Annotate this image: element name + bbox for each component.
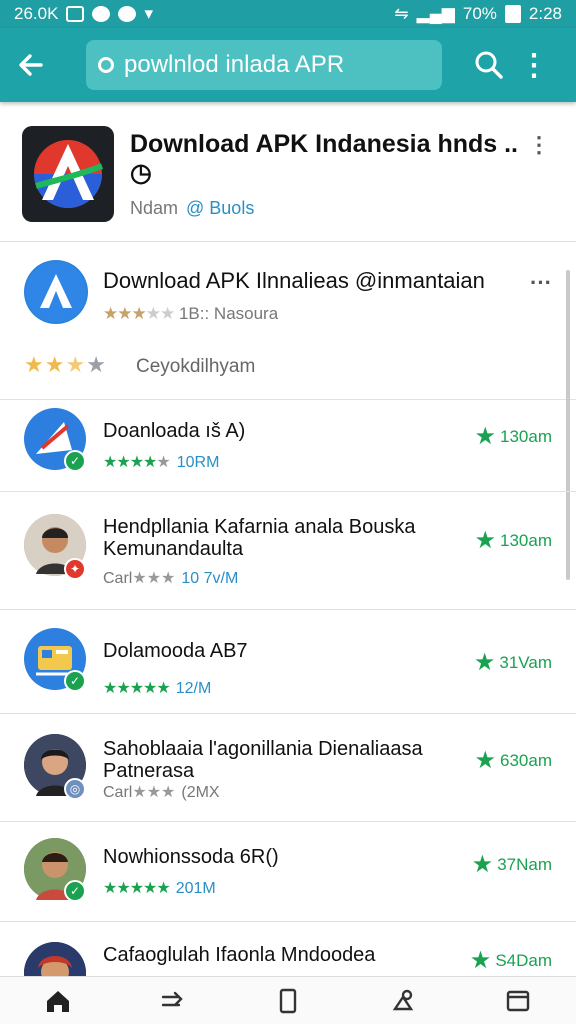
list-item[interactable]: ◎ Sahoblaaia l'agonillania Dienaliaasa P…	[0, 714, 576, 822]
message-icon	[118, 6, 137, 22]
app-meta: ★★★★★ 10RM	[103, 452, 219, 472]
back-arrow-icon[interactable]	[0, 28, 62, 102]
app-rating: ★ 37Nam	[472, 850, 552, 879]
app-meta-prefix: Carl	[103, 784, 133, 801]
more-vert-icon[interactable]: ⋮	[528, 132, 550, 158]
star-empty: ★	[86, 352, 107, 377]
app-size: 201M	[175, 880, 216, 897]
tablet-icon[interactable]	[268, 981, 308, 1021]
more-vert-icon[interactable]: ⋮	[514, 28, 554, 102]
app-meta: Carl★★★ 10 7v/M	[103, 568, 238, 588]
app-rating: ★ S4Dam	[470, 946, 552, 975]
app-list: ✓ Doanloada ıš A) ★★★★★ 10RM ★ 130am ✦ Hen…	[0, 400, 576, 1004]
app-right-value: 130am	[500, 530, 552, 550]
app-publisher: Ndam	[130, 198, 179, 218]
search-icon	[475, 51, 503, 79]
app-right-value: 31Vam	[499, 652, 552, 672]
app-bar: powlnlod inlada APR ⋮	[0, 28, 576, 102]
star-rating-empty: ★★★	[132, 570, 176, 587]
app-meta: ★★★★★ 12/M	[103, 678, 211, 698]
app-right-value: S4Dam	[495, 950, 552, 970]
rating-stars: ★★★★	[24, 352, 107, 378]
search-button[interactable]	[464, 40, 514, 90]
list-item[interactable]: ✓ Dolamooda AB7 ★★★★★ 12/M ★ 31Vam	[0, 610, 576, 714]
star-rating-empty: ★★	[145, 304, 176, 323]
app-size: (2MX	[181, 784, 220, 801]
status-badge: ✓	[64, 450, 86, 472]
status-time-right: 2:28	[528, 4, 562, 23]
battery-percent: 70%	[462, 4, 497, 23]
star-rating: ★★★★	[103, 454, 157, 471]
search-field[interactable]: powlnlod inlada APR	[86, 40, 442, 90]
list-item[interactable]: ✓ Doanloada ıš A) ★★★★★ 10RM ★ 130am	[0, 400, 576, 492]
mute-icon: ⇋	[394, 4, 409, 23]
status-badge: ◎	[64, 778, 86, 800]
notification-icon	[66, 6, 85, 22]
search-icon	[98, 57, 114, 73]
featured-app-meta: ★★★★★ 1B:: Nasoura	[103, 304, 278, 324]
battery-icon	[504, 5, 521, 23]
star-rating-empty: ★	[156, 454, 171, 471]
star-icon: ★	[474, 747, 497, 774]
star-icon: ★	[474, 423, 497, 450]
app-size: 10RM	[176, 454, 220, 471]
featured-meta-text: 1B:: Nasoura	[178, 304, 279, 323]
app-name: Hendpllania Kafarnia anala Bouska Kemuna…	[103, 516, 416, 560]
app-meta: ★★★★★ 201M	[103, 878, 216, 898]
app-subtitle: Ndam @ Buols	[130, 198, 254, 219]
app-logo-icon	[22, 126, 114, 222]
star-icon: ★	[471, 851, 494, 878]
window-icon[interactable]	[498, 981, 538, 1021]
star-icon: ★	[474, 527, 497, 554]
app-name: Dolamooda AB7	[103, 640, 248, 662]
featured-app-card[interactable]: Download APK Ilnnalieas @inmantaian ★★★★…	[0, 242, 576, 400]
star-rating-empty: ★★★	[132, 784, 176, 801]
top-app-card[interactable]: Download APK Indanesia hnds .. ◷ Ndam @ B…	[0, 102, 576, 242]
featured-app-name: Download APK Ilnnalieas @inmantaian	[103, 268, 485, 293]
app-rating: ★ 130am	[475, 526, 553, 555]
app-meta: Carl★★★ (2MX	[103, 782, 220, 802]
status-badge: ✦	[64, 558, 86, 580]
status-bar: 26.0K ▾ ⇋ ▂▄▆ 70% 2:28	[0, 0, 576, 28]
star-icon: ★	[469, 947, 492, 974]
app-name: Cafaoglulah Ifaonla Mndoodea	[103, 944, 376, 966]
star-full: ★★	[24, 352, 66, 377]
status-badge: ✓	[64, 880, 86, 902]
home-icon[interactable]	[38, 981, 78, 1021]
app-title: Download APK Indanesia hnds .. ◷	[130, 130, 519, 187]
app-link[interactable]: @ Buols	[186, 198, 254, 218]
list-item[interactable]: Cafaoglulah Ifaonla Mndoodea ★ S4Dam	[0, 922, 576, 1004]
app-size: 12/M	[175, 680, 212, 697]
app-notification-icon	[92, 6, 111, 22]
more-horiz-icon[interactable]: ···	[530, 270, 552, 296]
developer-name: Ceyokdilhyam	[136, 356, 256, 377]
bottom-nav	[0, 976, 576, 1024]
app-name: Nowhionssoda 6R()	[103, 846, 279, 868]
list-item[interactable]: ✦ Hendpllania Kafarnia anala Bouska Kemu…	[0, 492, 576, 610]
list-item[interactable]: ✓ Nowhionssoda 6R() ★★★★★ 201M ★ 37Nam	[0, 822, 576, 922]
search-query: powlnlod inlada APR	[124, 51, 345, 78]
app-rating: ★ 130am	[475, 422, 553, 451]
star-rating: ★★★	[103, 304, 147, 323]
forward-icon[interactable]	[153, 981, 193, 1021]
star-rating: ★★★★★	[103, 880, 171, 897]
app-logo-icon	[24, 260, 88, 324]
app-right-value: 37Nam	[497, 854, 552, 874]
app-right-value: 630am	[500, 750, 552, 770]
app-rating: ★ 31Vam	[474, 648, 552, 677]
dropdown-icon: ▾	[144, 4, 153, 23]
signal-icon: ▂▄▆	[416, 4, 455, 23]
app-rating: ★ 630am	[475, 746, 553, 775]
app-name: Sahoblaaia l'agonillania Dienaliaasa Pat…	[103, 738, 423, 782]
star-rating: ★★★★★	[103, 680, 171, 697]
status-time-left: 26.0K	[14, 4, 59, 23]
app-size: 10 7v/M	[181, 570, 239, 587]
app-meta-prefix: Carl	[103, 570, 133, 587]
star-half: ★	[65, 352, 87, 377]
app-right-value: 130am	[500, 426, 552, 446]
star-icon: ★	[473, 649, 496, 676]
status-badge: ✓	[64, 670, 86, 692]
app-name: Doanloada ıš A)	[103, 420, 246, 442]
apps-icon[interactable]	[383, 981, 423, 1021]
